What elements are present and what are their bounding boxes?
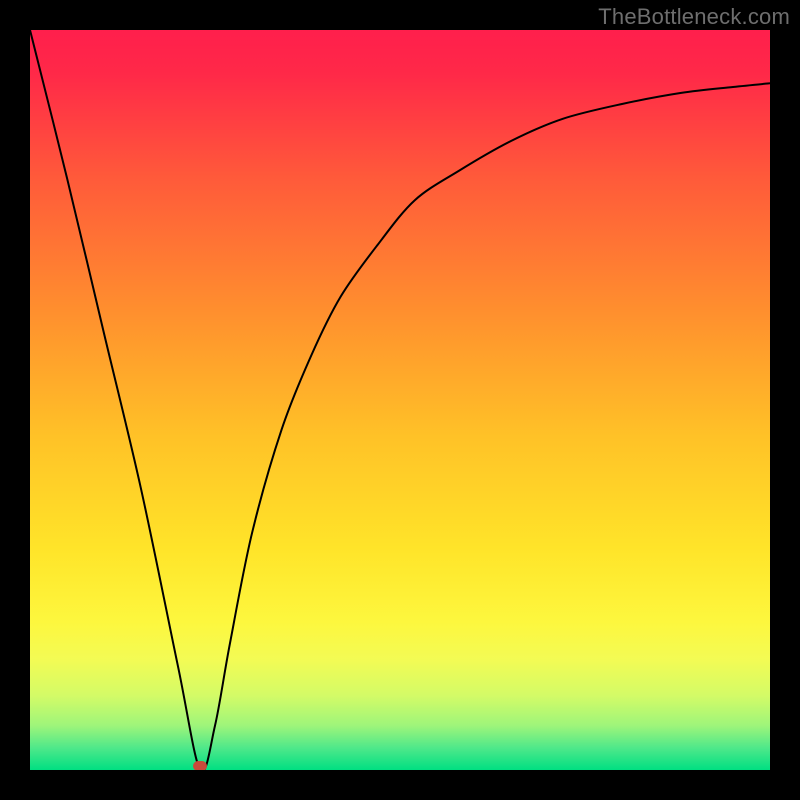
minimum-marker — [193, 761, 207, 770]
attribution-label: TheBottleneck.com — [598, 4, 790, 30]
chart-frame: TheBottleneck.com — [0, 0, 800, 800]
plot-area — [30, 30, 770, 770]
bottleneck-curve — [30, 30, 770, 770]
